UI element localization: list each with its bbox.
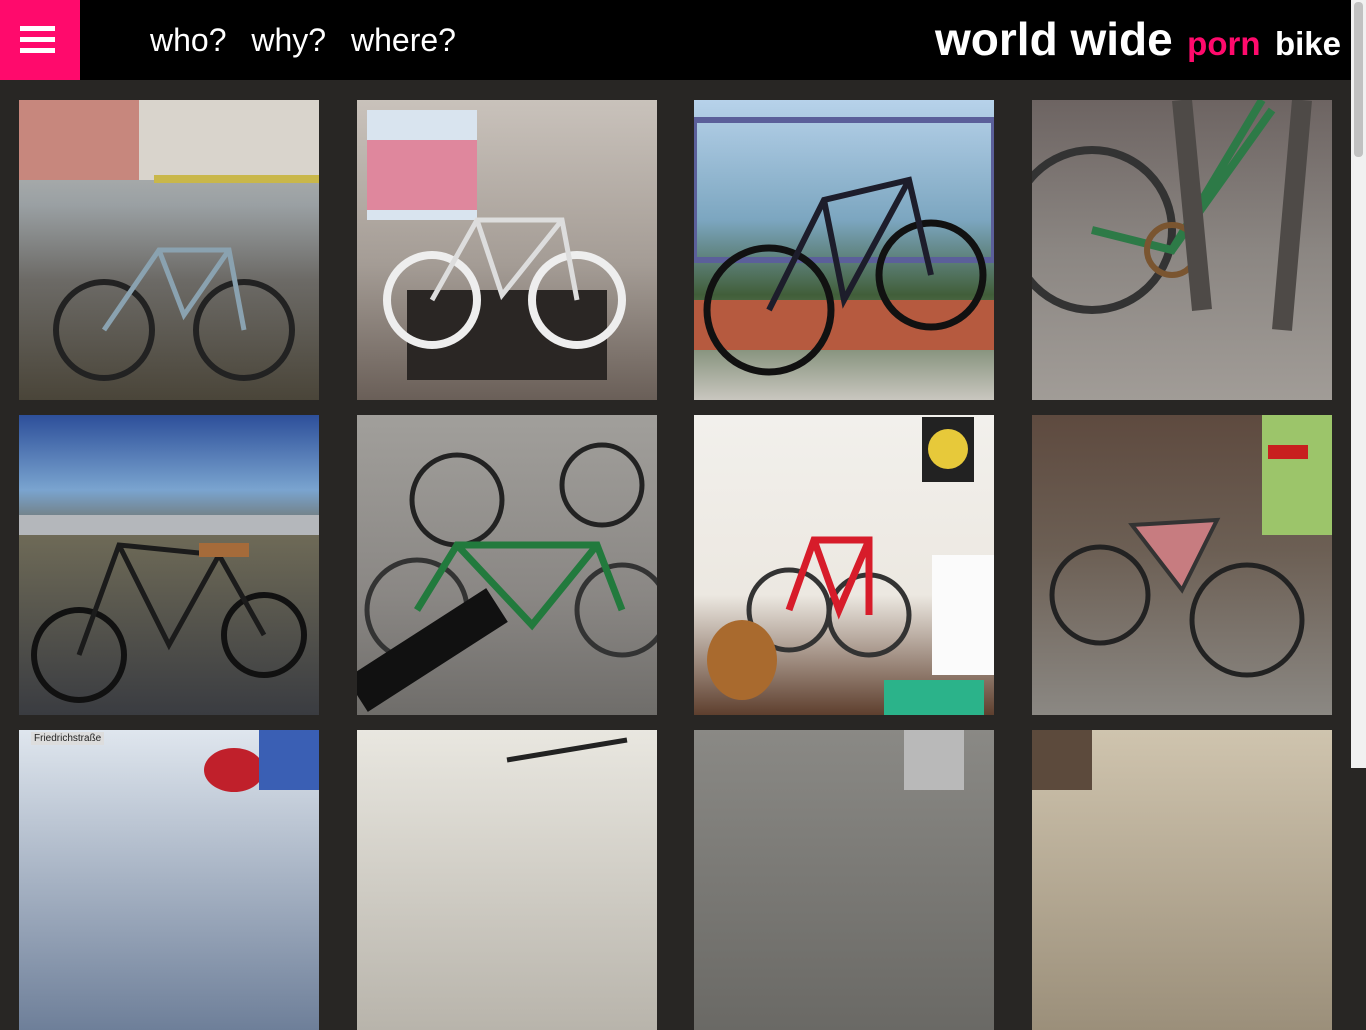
bike-photo-3[interactable] bbox=[694, 100, 994, 400]
logo-bike: bike bbox=[1274, 25, 1341, 62]
bike-photo-6-image bbox=[357, 442, 657, 712]
bike-photo-12-image bbox=[1032, 730, 1092, 790]
site-logo[interactable]: world wide porn bike bbox=[935, 12, 1341, 66]
scrollbar-thumb[interactable] bbox=[1354, 2, 1363, 157]
bike-photo-5-image bbox=[19, 515, 319, 703]
bike-photo-8-image bbox=[1049, 415, 1332, 678]
bike-photo-10-image bbox=[506, 737, 628, 763]
bike-photo-1-image bbox=[19, 100, 319, 381]
logo-porn: porn bbox=[1187, 25, 1261, 62]
bike-photo-7-image bbox=[707, 417, 994, 715]
menu-icon-bar bbox=[20, 37, 55, 42]
bike-photo-11[interactable] bbox=[694, 730, 994, 1030]
bike-photo-1[interactable] bbox=[19, 100, 319, 400]
bike-photo-11-image bbox=[904, 730, 964, 790]
bike-photo-4[interactable] bbox=[1032, 100, 1332, 400]
bike-photo-3-image bbox=[694, 117, 994, 376]
bike-photo-2[interactable] bbox=[357, 100, 657, 400]
nav-who-link[interactable]: who? bbox=[150, 22, 227, 58]
bike-photo-2-image bbox=[367, 110, 626, 380]
top-nav: who? why? where? bbox=[150, 22, 472, 59]
hamburger-menu-button[interactable] bbox=[0, 0, 80, 80]
bike-photo-7[interactable] bbox=[694, 415, 994, 715]
nav-where-link[interactable]: where? bbox=[351, 22, 456, 58]
bike-photo-10[interactable] bbox=[357, 730, 657, 1030]
bike-photo-4-image bbox=[1032, 100, 1312, 331]
vertical-scrollbar[interactable] bbox=[1351, 0, 1366, 768]
bike-photo-9-image bbox=[204, 730, 319, 792]
bike-photo-8[interactable] bbox=[1032, 415, 1332, 715]
bike-photo-6[interactable] bbox=[357, 415, 657, 715]
menu-icon-bar bbox=[20, 48, 55, 53]
bike-photo-12[interactable] bbox=[1032, 730, 1332, 1030]
bike-photo-5[interactable] bbox=[19, 415, 319, 715]
menu-icon bbox=[20, 26, 55, 31]
site-header: who? why? where? world wide porn bike bbox=[0, 0, 1351, 80]
bike-photo-9[interactable]: Friedrichstraße bbox=[19, 730, 319, 1030]
nav-why-link[interactable]: why? bbox=[251, 22, 326, 58]
logo-world-wide: world wide bbox=[935, 13, 1173, 65]
